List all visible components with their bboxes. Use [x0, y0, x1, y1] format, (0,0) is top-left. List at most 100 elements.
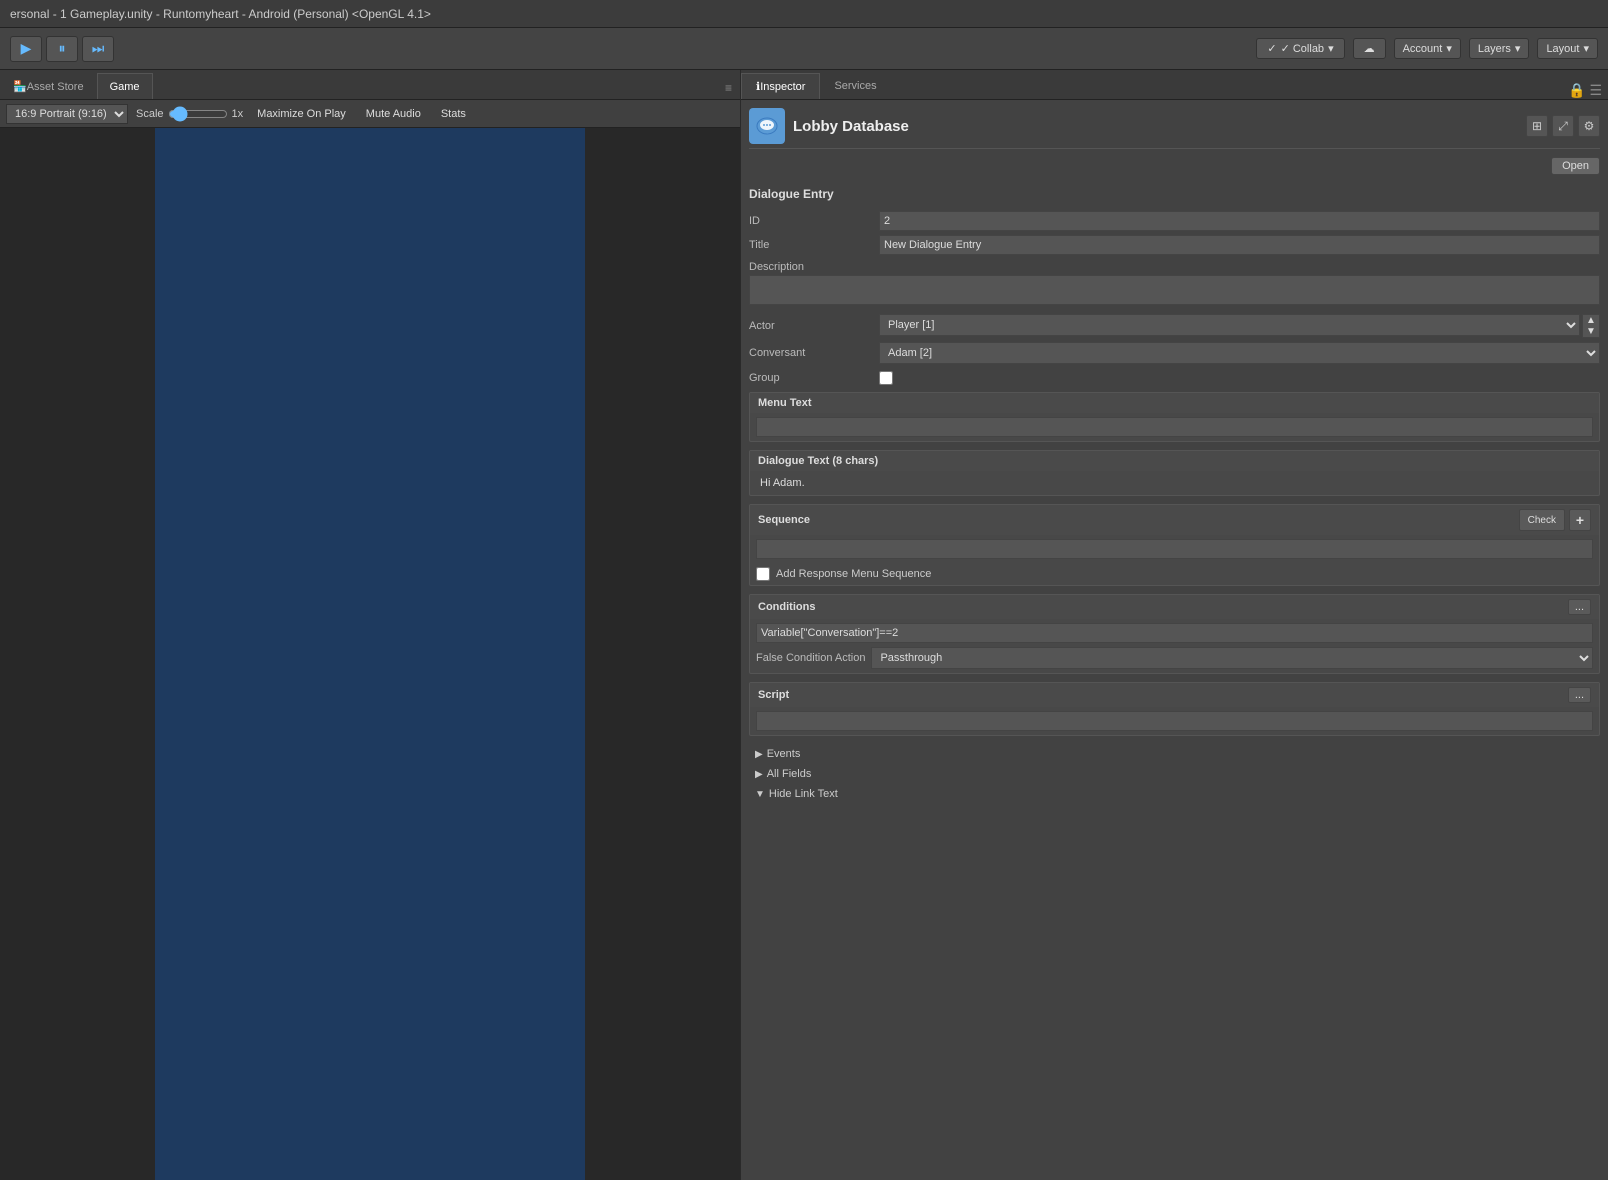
play-button[interactable]: ▶ [10, 36, 42, 62]
account-chevron-icon: ▾ [1446, 42, 1452, 55]
collab-dropdown-icon: ▾ [1328, 42, 1334, 55]
conditions-label: Conditions [758, 601, 815, 613]
hide-link-arrow-icon: ▼ [755, 789, 765, 800]
game-view-left-panel [0, 128, 155, 1180]
lock-icon[interactable]: 🔒 [1568, 82, 1585, 99]
game-panel: 🏪 Asset Store Game ≡ 16:9 Portrait (9:16… [0, 70, 740, 1180]
sequence-plus-button[interactable]: + [1569, 509, 1591, 531]
add-response-label: Add Response Menu Sequence [776, 568, 931, 580]
title-bar-text: ersonal - 1 Gameplay.unity - Runtomyhear… [10, 7, 431, 21]
description-label: Description [749, 261, 804, 273]
title-bar: ersonal - 1 Gameplay.unity - Runtomyhear… [0, 0, 1608, 28]
menu-text-header: Menu Text [750, 393, 1599, 413]
tab-inspector-label: Inspector [760, 81, 805, 93]
description-textarea[interactable] [749, 275, 1600, 305]
layout-chevron-icon: ▾ [1583, 42, 1589, 55]
toolbar-right: ✓ ✓ Collab ▾ ☁ Account ▾ Layers ▾ Layout… [1256, 38, 1598, 59]
cloud-button[interactable]: ☁ [1353, 38, 1386, 59]
title-input[interactable] [879, 235, 1600, 255]
stats-button[interactable]: Stats [435, 106, 472, 122]
asset-store-icon: 🏪 [13, 80, 27, 93]
menu-text-content [750, 413, 1599, 441]
tab-asset-store[interactable]: 🏪 Asset Store [0, 73, 97, 99]
group-label: Group [749, 372, 879, 384]
conditions-value-input[interactable] [756, 623, 1593, 643]
conversant-select[interactable]: Adam [2] [879, 342, 1600, 364]
tab-asset-store-label: Asset Store [27, 81, 84, 93]
mute-audio-button[interactable]: Mute Audio [360, 106, 427, 122]
script-dots-button[interactable]: ... [1568, 687, 1591, 703]
actor-select[interactable]: Player [1] [879, 314, 1580, 336]
script-input[interactable] [756, 711, 1593, 731]
id-value: 2 [879, 211, 1600, 231]
game-toolbar: 16:9 Portrait (9:16) Scale 1x Maximize O… [0, 100, 740, 128]
inspector-tab-icons: 🔒 ☰ [1568, 82, 1608, 99]
hide-link-text-row[interactable]: ▼ Hide Link Text [749, 784, 1600, 804]
actor-up-arrow: ▲ [1586, 315, 1596, 326]
conditions-header: Conditions ... [750, 595, 1599, 619]
layers-chevron-icon: ▾ [1515, 42, 1521, 55]
id-field-row: ID 2 [749, 211, 1600, 231]
false-condition-row: False Condition Action Passthrough [756, 647, 1593, 669]
toolbar: ▶ ⏸ ⏭ ✓ ✓ Collab ▾ ☁ Account ▾ Layers ▾ … [0, 28, 1608, 70]
menu-text-section: Menu Text [749, 392, 1600, 442]
group-checkbox[interactable] [879, 371, 893, 385]
account-label: Account [1403, 43, 1443, 55]
false-condition-select[interactable]: Passthrough [871, 647, 1593, 669]
title-field-row: Title [749, 235, 1600, 255]
collab-label: ✓ Collab [1281, 42, 1324, 55]
conversant-label: Conversant [749, 347, 879, 359]
conditions-content: False Condition Action Passthrough [750, 619, 1599, 673]
tab-services[interactable]: Services [820, 73, 890, 99]
sequence-label: Sequence [758, 514, 810, 526]
menu-text-input[interactable] [756, 417, 1593, 437]
all-fields-row[interactable]: ▶ All Fields [749, 764, 1600, 784]
layout-label: Layout [1546, 43, 1579, 55]
lobby-icon-btn2[interactable]: ⤢ [1552, 115, 1574, 137]
layout-dropdown[interactable]: Layout ▾ [1537, 38, 1598, 59]
account-dropdown[interactable]: Account ▾ [1394, 38, 1461, 59]
add-response-checkbox[interactable] [756, 567, 770, 581]
tab-inspector[interactable]: ℹ Inspector [741, 73, 820, 99]
dialogue-entry-section-title: Dialogue Entry [749, 183, 1600, 205]
script-content [750, 707, 1599, 735]
lobby-icon-btn1[interactable]: ⊞ [1526, 115, 1548, 137]
dialogue-text-section: Dialogue Text (8 chars) Hi Adam. [749, 450, 1600, 496]
events-row[interactable]: ▶ Events [749, 744, 1600, 764]
cloud-icon: ☁ [1364, 42, 1375, 55]
actor-down-arrow: ▼ [1586, 326, 1596, 337]
inspector-menu-icon[interactable]: ☰ [1589, 82, 1602, 99]
maximize-on-play-button[interactable]: Maximize On Play [251, 106, 352, 122]
id-label: ID [749, 215, 879, 227]
sequence-input[interactable] [756, 539, 1593, 559]
layers-dropdown[interactable]: Layers ▾ [1469, 38, 1530, 59]
panel-menu-icon[interactable]: ≡ [717, 77, 740, 99]
pause-button[interactable]: ⏸ [46, 36, 78, 62]
conditions-dots-button[interactable]: ... [1568, 599, 1591, 615]
resolution-select[interactable]: 16:9 Portrait (9:16) [6, 104, 128, 124]
tab-game-label: Game [110, 81, 140, 93]
events-arrow-icon: ▶ [755, 749, 763, 760]
sequence-check-button[interactable]: Check [1519, 509, 1565, 531]
layers-label: Layers [1478, 43, 1511, 55]
scale-label: Scale [136, 108, 164, 120]
scale-slider[interactable] [168, 108, 228, 120]
actor-arrows[interactable]: ▲ ▼ [1582, 314, 1600, 338]
dialogue-text-header: Dialogue Text (8 chars) [750, 451, 1599, 471]
sequence-section: Sequence Check + Add Response Menu Seque… [749, 504, 1600, 586]
add-response-row: Add Response Menu Sequence [750, 563, 1599, 585]
false-condition-label: False Condition Action [756, 652, 865, 664]
open-button[interactable]: Open [1551, 157, 1600, 175]
game-view [0, 128, 740, 1180]
sequence-header-btns: Check + [1519, 509, 1591, 531]
step-button[interactable]: ⏭ [82, 36, 114, 62]
actor-field-row: Actor Player [1] ▲ ▼ [749, 314, 1600, 338]
collab-button[interactable]: ✓ ✓ Collab ▾ [1256, 38, 1344, 59]
title-label: Title [749, 239, 879, 251]
group-field-row: Group [749, 368, 1600, 388]
inspector-panel: ℹ Inspector Services 🔒 ☰ [740, 70, 1608, 1180]
lobby-header-icons: ⊞ ⤢ ⚙ [1526, 115, 1600, 137]
lobby-settings-icon[interactable]: ⚙ [1578, 115, 1600, 137]
script-section: Script ... [749, 682, 1600, 736]
tab-game[interactable]: Game [97, 73, 153, 99]
